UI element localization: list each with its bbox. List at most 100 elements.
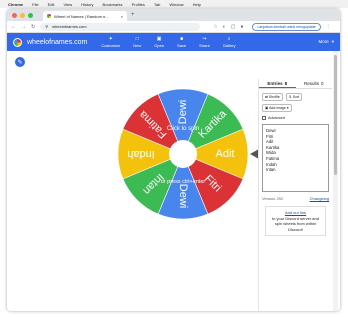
add-image-dropdown[interactable]: ▣ Add image ▾ [262, 104, 292, 112]
browser-menu-icon[interactable]: ⋮ [326, 24, 331, 30]
window-controls [7, 12, 33, 18]
discord-link[interactable]: Add our link [285, 210, 306, 215]
extension-icons: ☆ ◐ ▢ ● [213, 24, 243, 30]
url-field[interactable]: ⚲ wheelofnames.com [40, 22, 201, 31]
resume-update-button[interactable]: Lanjutkan kembali untuk mengupdate [252, 22, 321, 31]
forward-icon[interactable]: → [21, 24, 26, 30]
more-menu-button[interactable]: More ▾ [318, 39, 334, 45]
shuffle-icon: ⇄ [265, 95, 268, 99]
menubar-item[interactable]: Help [193, 2, 201, 7]
tab-results[interactable]: Results 0 [296, 79, 333, 88]
toolbar-label: Share [199, 42, 210, 48]
add-image-label: Add image [269, 106, 286, 110]
close-window-button[interactable] [12, 12, 17, 18]
toolbar-label: Customize [101, 42, 121, 48]
promo-text: to your Discord server and spin wheels f… [272, 215, 319, 232]
folder-icon: ▣ [156, 35, 162, 42]
menubar-item[interactable]: View [63, 2, 72, 7]
spin-wheel[interactable]: KartikaAditFitriDewiIntanIndahFatima Dewi… [7, 51, 258, 311]
advanced-toggle[interactable]: Advanced [262, 116, 329, 120]
wheel-slice-label: Indah [127, 148, 155, 160]
advanced-checkbox[interactable] [262, 116, 266, 120]
search-icon: ⌕ [227, 35, 231, 42]
wheel-slice-label: Adit [216, 148, 235, 160]
chevron-down-icon: ▾ [286, 106, 289, 110]
changelog-link[interactable]: Changelog [310, 196, 329, 201]
shuffle-label: Shuffle [268, 95, 280, 99]
shuffle-button[interactable]: ⇄ Shuffle [262, 93, 283, 101]
gallery-button[interactable]: ⌕ Gallery [222, 35, 236, 48]
toolbar-label: New [133, 42, 142, 48]
save-icon: ■ [180, 35, 184, 42]
wheel-slice-label: Dewi [177, 184, 189, 208]
address-bar: ← → ↻ ⚲ wheelofnames.com ☆ ◐ ▢ ● Lanjutk… [7, 21, 340, 33]
advanced-label: Advanced [268, 116, 285, 120]
back-icon[interactable]: ← [11, 24, 16, 30]
tab-results-label: Results [303, 81, 319, 86]
entry-line: Intan [266, 167, 276, 173]
toolbar-label: Save [177, 42, 187, 48]
image-icon: ▣ [265, 106, 269, 110]
menubar-item[interactable]: Edit [48, 2, 55, 7]
tab-close-icon[interactable]: × [121, 14, 123, 19]
site-name[interactable]: wheelofnames.com [27, 39, 87, 46]
sort-button[interactable]: ⇅ Sort [285, 93, 303, 101]
tab-favicon-icon [47, 14, 51, 18]
discord-promo: Add our link to your Discord server and … [265, 206, 326, 236]
save-button[interactable]: ■ Save [177, 35, 187, 48]
browser-tab[interactable]: Wheel of Names | Random n... × [43, 11, 127, 21]
sidebar-tabs: Entries 8 Results 0 [259, 79, 332, 89]
menubar-item[interactable]: Profiles [132, 2, 145, 7]
tab-search-icon[interactable]: ▢ [231, 24, 236, 30]
maximize-window-button[interactable] [28, 12, 33, 18]
tab-entries-label: Entries [267, 80, 283, 86]
bookmark-icon[interactable]: ☆ [213, 24, 217, 30]
more-label: More [318, 39, 329, 44]
toolbar-label: Open [154, 42, 165, 48]
palette-icon: ✦ [108, 35, 113, 42]
wheel-center[interactable] [169, 140, 197, 168]
menubar-item[interactable]: File [32, 2, 38, 7]
entries-textarea[interactable]: Dewi Fitri Adit Kartika Wida Fatima Indah Intan [262, 124, 329, 192]
site-info-icon[interactable]: ⚲ [45, 24, 48, 29]
entries-panel: Entries 8 Results 0 ⇄ Shuffle ⇅ Sort ▣ A… [258, 79, 332, 311]
new-button[interactable]: □ New [133, 35, 142, 48]
minimize-window-button[interactable] [20, 12, 25, 18]
url-text: wheelofnames.com [52, 24, 87, 29]
share-icon: ↪ [202, 35, 207, 42]
scrollbar-thumb[interactable] [334, 55, 337, 175]
mac-menubar: Chrome File Edit View History Bookmarks Profil… [0, 0, 348, 8]
menubar-item[interactable]: Tab [154, 2, 160, 7]
spin-shortcut-text: or press ctrl+enter [161, 179, 206, 185]
entry-actions: ⇄ Shuffle ⇅ Sort [259, 89, 332, 101]
toolbar: ✦ Customize □ New ▣ Open ■ Save ↪ Share ⌕ Gallery [101, 35, 236, 48]
wheel-pointer-icon [250, 149, 258, 159]
version-row: Version 292 Changelog [262, 196, 329, 201]
new-tab-button[interactable]: + [131, 12, 135, 18]
page-scrollbar[interactable] [333, 51, 338, 311]
new-file-icon: □ [135, 35, 139, 42]
menubar-item[interactable]: Bookmarks [103, 2, 123, 7]
reload-icon[interactable]: ↻ [31, 24, 35, 30]
profile-avatar-icon[interactable]: ● [240, 24, 243, 30]
results-count-badge: 0 [321, 81, 324, 86]
click-to-spin-text: Click to spin [167, 126, 199, 132]
entries-count-badge: 8 [284, 80, 288, 86]
toolbar-label: Gallery [222, 42, 236, 48]
menubar-item[interactable]: Window [169, 2, 183, 7]
chevron-down-icon: ▾ [331, 39, 334, 44]
menubar-item[interactable]: Chrome [8, 2, 23, 7]
browser-window: Wheel of Names | Random n... × + ← → ↻ ⚲… [7, 9, 340, 311]
extension-icon[interactable]: ◐ [223, 24, 226, 30]
open-button[interactable]: ▣ Open [154, 35, 165, 48]
customize-button[interactable]: ✦ Customize [101, 35, 121, 48]
sort-icon: ⇅ [288, 95, 292, 99]
wheel-slice-label: Dewi [177, 100, 189, 124]
wheel-logo-icon[interactable] [13, 37, 22, 47]
tab-bar: Wheel of Names | Random n... × + [7, 9, 340, 21]
tab-entries[interactable]: Entries 8 [259, 79, 296, 88]
main-content: ✎ Kartika Adit Fitri Dewi Intan Indah Fatima De… [7, 51, 340, 311]
version-text: Version 292 [262, 196, 284, 201]
menubar-item[interactable]: History [81, 2, 93, 7]
share-button[interactable]: ↪ Share [199, 35, 210, 48]
